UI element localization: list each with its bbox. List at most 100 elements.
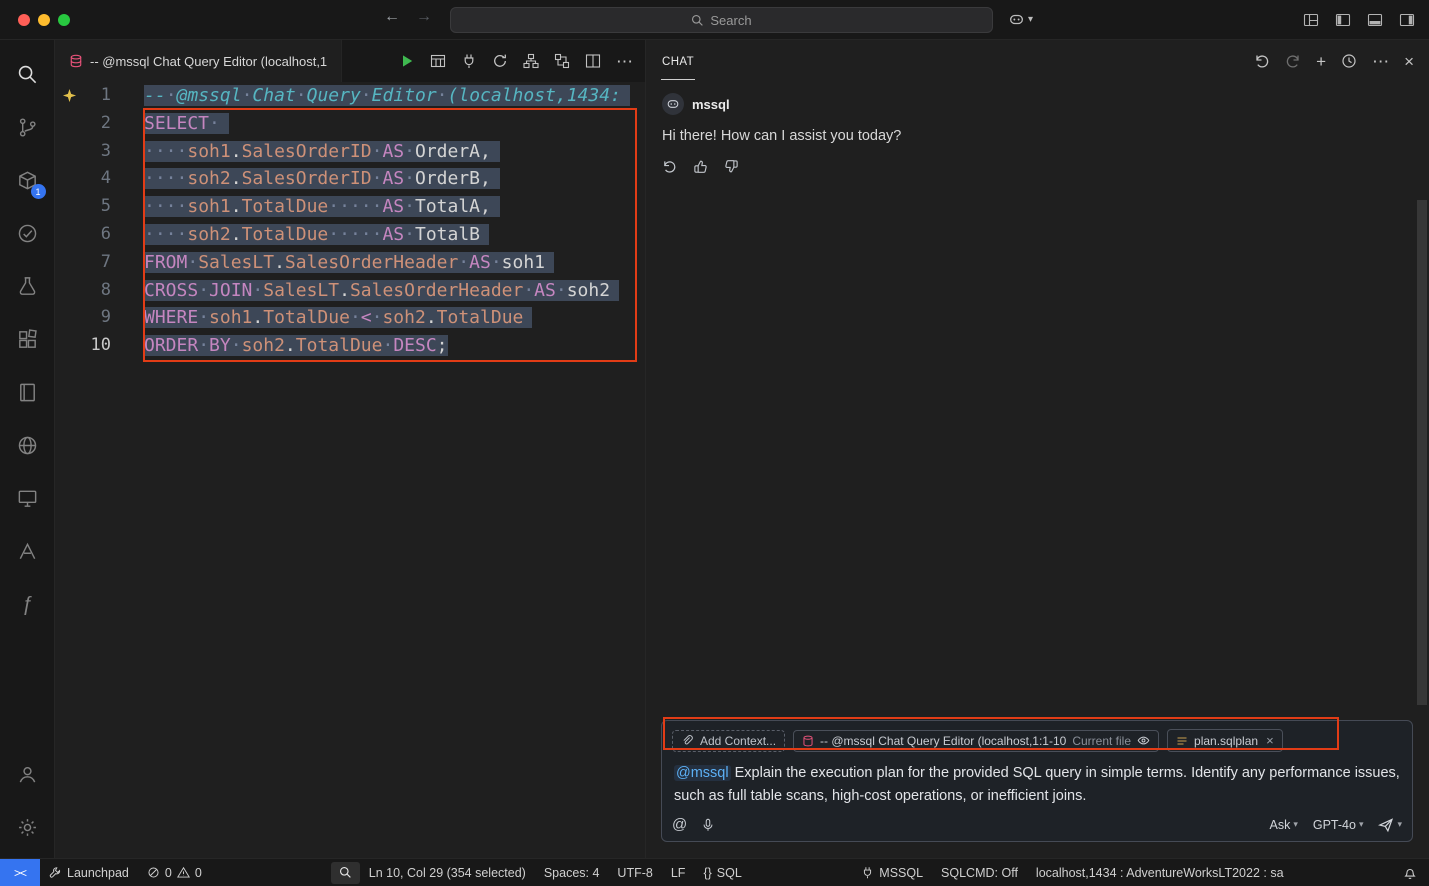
undo-icon[interactable] [1254,53,1270,69]
forward-icon[interactable]: → [416,8,432,26]
code-line[interactable]: 10ORDER·BY·soh2.TotalDue·DESC; [55,332,645,360]
notifications-button[interactable] [1394,859,1429,886]
line-number[interactable]: 8 [55,277,111,305]
code-line[interactable]: 9WHERE·soh1.TotalDue·<·soh2.TotalDue [55,304,645,332]
new-chat-icon[interactable]: + [1316,53,1326,70]
more-actions-icon[interactable]: ⋯ [1372,53,1389,70]
selected-text: FROM·SalesLT.SalesOrderHeader·AS·soh1 [144,252,554,273]
source-control-icon [16,116,39,139]
sidebar-item-notebooks[interactable] [0,366,55,419]
code-line[interactable]: 5····soh1.TotalDue·····AS·TotalA, [55,193,645,221]
settings-button[interactable] [0,801,55,854]
command-center-search[interactable]: Search [450,7,993,33]
toggle-secondary-sidebar-icon[interactable] [1399,12,1415,28]
split-editor-icon[interactable] [585,53,601,69]
more-actions-icon[interactable]: ⋯ [616,53,633,70]
cursor-position[interactable]: Ln 10, Col 29 (354 selected) [360,859,535,886]
chat-input-container[interactable]: Add Context... -- @mssql Chat Query Edit… [661,720,1413,842]
tab-chat[interactable]: CHAT [661,43,695,80]
code-line[interactable]: 4····soh2.SalesOrderID·AS·OrderB, [55,165,645,193]
titlebar: ← → Search ▾ [0,0,1429,40]
line-number[interactable]: 5 [55,193,111,221]
line-number[interactable]: 6 [55,221,111,249]
sidebar-item-source-control[interactable] [0,101,55,154]
history-icon[interactable] [1341,53,1357,69]
chat-prompt-input[interactable]: @mssql Explain the execution plan for th… [674,762,1400,807]
remote-indicator[interactable]: >< [0,859,40,886]
back-icon[interactable]: ← [384,8,400,26]
language-mode[interactable]: {} SQL [694,859,750,886]
selected-text: CROSS·JOIN·SalesLT.SalesOrderHeader·AS·s… [144,280,619,301]
statusbar-search-button[interactable] [331,862,360,884]
line-number[interactable]: 2 [55,110,111,138]
toggle-panel-icon[interactable] [1367,12,1383,28]
scrollbar[interactable] [1417,200,1427,705]
mssql-extension-button[interactable]: MSSQL [852,859,932,886]
code-line[interactable]: 2SELECT· [55,110,645,138]
thumbs-up-icon[interactable] [693,159,708,174]
line-number[interactable]: 4 [55,165,111,193]
error-count: 0 [165,866,172,880]
code-line[interactable]: 8 CROSS·JOIN·SalesLT.SalesOrderHeader·AS·… [55,277,645,305]
regenerate-icon[interactable] [662,159,677,174]
line-number[interactable]: 7 [55,249,111,277]
zoom-window-button[interactable] [58,14,70,26]
mention-button[interactable]: @ [672,816,687,833]
mic-icon[interactable] [701,818,715,832]
line-number[interactable]: 10 [55,332,111,360]
mode-selector[interactable]: Ask ▾ [1269,818,1297,832]
results-grid-icon[interactable] [430,53,446,69]
context-chip-current-file[interactable]: -- @mssql Chat Query Editor (localhost,1… [793,730,1159,752]
code-line[interactable]: 1--·@mssql·Chat·Query·Editor·(localhost,… [55,82,645,110]
chevron-down-icon: ▾ [1359,819,1364,830]
copilot-sparkle-icon[interactable] [62,88,77,103]
context-chip-label: plan.sqlplan [1194,734,1258,748]
sidebar-item-tasks[interactable] [0,207,55,260]
context-chip-plan[interactable]: plan.sqlplan × [1167,729,1283,752]
run-query-button[interactable] [399,53,415,69]
toggle-primary-sidebar-icon[interactable] [1335,12,1351,28]
eye-icon[interactable] [1137,734,1150,747]
sidebar-item-functions[interactable]: ƒ [0,578,55,631]
customize-layout-icon[interactable] [1303,12,1319,28]
sqlcmd-toggle[interactable]: SQLCMD: Off [932,859,1027,886]
code-editor[interactable]: 1--·@mssql·Chat·Query·Editor·(localhost,… [55,82,645,858]
code-line[interactable]: 7 FROM·SalesLT.SalesOrderHeader·AS·soh1 [55,249,645,277]
sidebar-item-azure[interactable] [0,525,55,578]
close-icon[interactable]: × [1266,733,1274,748]
launchpad-button[interactable]: Launchpad [40,859,138,886]
line-number[interactable]: 9 [55,304,111,332]
sidebar-item-testing[interactable] [0,260,55,313]
model-selector[interactable]: GPT-4o ▾ [1313,818,1364,832]
sidebar-item-remote-explorer[interactable] [0,472,55,525]
minimize-window-button[interactable] [38,14,50,26]
sidebar-item-extensions[interactable] [0,313,55,366]
send-button[interactable]: ▾ [1378,817,1402,833]
problems-button[interactable]: 0 0 [138,859,211,886]
add-context-button[interactable]: Add Context... [672,730,785,752]
query-plan-icon[interactable] [554,53,570,69]
indentation-setting[interactable]: Spaces: 4 [535,859,609,886]
sidebar-item-connections[interactable]: 1 [0,154,55,207]
plan-file-icon [1176,735,1188,747]
thumbs-down-icon[interactable] [724,159,739,174]
line-number[interactable]: 3 [55,138,111,166]
editor-tab[interactable]: -- @mssql Chat Query Editor (localhost,1 [55,40,342,82]
code-line[interactable]: 6····soh2.TotalDue·····AS·TotalB [55,221,645,249]
monitor-icon [16,487,39,510]
estimated-plan-icon[interactable] [523,53,539,69]
eol-setting[interactable]: LF [662,859,695,886]
connection-status[interactable]: localhost,1434 : AdventureWorksLT2022 : … [1027,859,1293,886]
account-button[interactable] [0,748,55,801]
disconnect-icon[interactable] [461,53,477,69]
gear-icon [16,816,39,839]
sidebar-item-search[interactable] [0,48,55,101]
sidebar-item-web[interactable] [0,419,55,472]
code-line[interactable]: 3····soh1.SalesOrderID·AS·OrderA, [55,138,645,166]
copilot-menu-button[interactable]: ▾ [1008,11,1033,28]
encoding-setting[interactable]: UTF-8 [608,859,661,886]
close-icon[interactable]: × [1404,53,1414,70]
redo-icon[interactable] [1285,53,1301,69]
change-connection-icon[interactable] [492,53,508,69]
close-window-button[interactable] [18,14,30,26]
